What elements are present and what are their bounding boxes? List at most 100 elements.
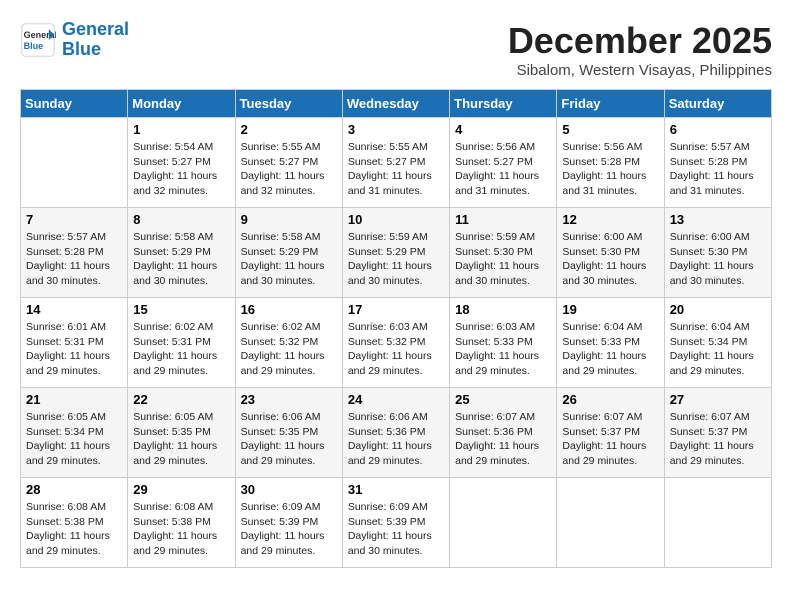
location-subtitle: Sibalom, Western Visayas, Philippines [508, 62, 772, 79]
day-info: Sunrise: 5:54 AMSunset: 5:27 PMDaylight:… [133, 140, 229, 199]
col-thursday: Thursday [450, 90, 557, 118]
day-info: Sunrise: 5:58 AMSunset: 5:29 PMDaylight:… [133, 230, 229, 289]
day-info: Sunrise: 6:06 AMSunset: 5:36 PMDaylight:… [348, 410, 444, 469]
month-title: December 2025 [508, 20, 772, 62]
table-row: 4 Sunrise: 5:56 AMSunset: 5:27 PMDaylight… [450, 118, 557, 208]
day-number: 3 [348, 122, 444, 137]
calendar-week-row: 28Sunrise: 6:08 AMSunset: 5:38 PMDayligh… [21, 478, 772, 568]
table-row: 5 Sunrise: 5:56 AMSunset: 5:28 PMDaylight… [557, 118, 664, 208]
logo: General Blue GeneralBlue [20, 20, 129, 60]
table-row [664, 478, 771, 568]
col-monday: Monday [128, 90, 235, 118]
calendar-table: Sunday Monday Tuesday Wednesday Thursday… [20, 89, 772, 568]
table-row: 30 Sunrise: 6:09 AMSunset: 5:39 PMDayligh… [235, 478, 342, 568]
table-row: 3 Sunrise: 5:55 AMSunset: 5:27 PMDaylight… [342, 118, 449, 208]
day-info: Sunrise: 5:57 AMSunset: 5:28 PMDaylight:… [26, 230, 122, 289]
day-number: 22 [133, 392, 229, 407]
table-row: 9 Sunrise: 5:58 AMSunset: 5:29 PMDaylight… [235, 208, 342, 298]
day-number: 19 [562, 302, 658, 317]
day-info: Sunrise: 6:05 AMSunset: 5:34 PMDaylight:… [26, 410, 122, 469]
table-row: 24Sunrise: 6:06 AMSunset: 5:36 PMDayligh… [342, 388, 449, 478]
table-row: 19 Sunrise: 6:04 AMSunset: 5:33 PMDayligh… [557, 298, 664, 388]
table-row: 2 Sunrise: 5:55 AMSunset: 5:27 PMDaylight… [235, 118, 342, 208]
day-number: 29 [133, 482, 229, 497]
day-number: 14 [26, 302, 122, 317]
calendar-header-row: Sunday Monday Tuesday Wednesday Thursday… [21, 90, 772, 118]
table-row: 12 Sunrise: 6:00 AMSunset: 5:30 PMDayligh… [557, 208, 664, 298]
day-info: Sunrise: 5:56 AMSunset: 5:28 PMDaylight:… [562, 140, 658, 199]
table-row: 21 Sunrise: 6:05 AMSunset: 5:34 PMDayligh… [21, 388, 128, 478]
table-row: 27Sunrise: 6:07 AMSunset: 5:37 PMDayligh… [664, 388, 771, 478]
day-info: Sunrise: 6:00 AMSunset: 5:30 PMDaylight:… [562, 230, 658, 289]
day-info: Sunrise: 5:59 AMSunset: 5:30 PMDaylight:… [455, 230, 551, 289]
col-wednesday: Wednesday [342, 90, 449, 118]
day-number: 21 [26, 392, 122, 407]
day-info: Sunrise: 6:07 AMSunset: 5:36 PMDaylight:… [455, 410, 551, 469]
day-number: 7 [26, 212, 122, 227]
table-row: 13 Sunrise: 6:00 AMSunset: 5:30 PMDayligh… [664, 208, 771, 298]
day-info: Sunrise: 5:55 AMSunset: 5:27 PMDaylight:… [348, 140, 444, 199]
table-row [557, 478, 664, 568]
table-row: 26Sunrise: 6:07 AMSunset: 5:37 PMDayligh… [557, 388, 664, 478]
day-number: 12 [562, 212, 658, 227]
day-number: 4 [455, 122, 551, 137]
day-info: Sunrise: 5:59 AMSunset: 5:29 PMDaylight:… [348, 230, 444, 289]
day-number: 16 [241, 302, 337, 317]
table-row: 28Sunrise: 6:08 AMSunset: 5:38 PMDayligh… [21, 478, 128, 568]
col-saturday: Saturday [664, 90, 771, 118]
day-info: Sunrise: 6:04 AMSunset: 5:33 PMDaylight:… [562, 320, 658, 379]
day-info: Sunrise: 6:04 AMSunset: 5:34 PMDaylight:… [670, 320, 766, 379]
day-number: 8 [133, 212, 229, 227]
table-row: 15Sunrise: 6:02 AMSunset: 5:31 PMDayligh… [128, 298, 235, 388]
svg-text:Blue: Blue [24, 41, 44, 51]
calendar-week-row: 21 Sunrise: 6:05 AMSunset: 5:34 PMDayligh… [21, 388, 772, 478]
day-info: Sunrise: 6:03 AMSunset: 5:33 PMDaylight:… [455, 320, 551, 379]
table-row: 8 Sunrise: 5:58 AMSunset: 5:29 PMDaylight… [128, 208, 235, 298]
day-info: Sunrise: 5:55 AMSunset: 5:27 PMDaylight:… [241, 140, 337, 199]
table-row: 1 Sunrise: 5:54 AMSunset: 5:27 PMDaylight… [128, 118, 235, 208]
day-number: 30 [241, 482, 337, 497]
day-number: 17 [348, 302, 444, 317]
col-friday: Friday [557, 90, 664, 118]
day-info: Sunrise: 6:01 AMSunset: 5:31 PMDaylight:… [26, 320, 122, 379]
day-number: 1 [133, 122, 229, 137]
col-sunday: Sunday [21, 90, 128, 118]
day-number: 23 [241, 392, 337, 407]
day-number: 26 [562, 392, 658, 407]
table-row: 23Sunrise: 6:06 AMSunset: 5:35 PMDayligh… [235, 388, 342, 478]
day-info: Sunrise: 6:00 AMSunset: 5:30 PMDaylight:… [670, 230, 766, 289]
calendar-week-row: 7 Sunrise: 5:57 AMSunset: 5:28 PMDaylight… [21, 208, 772, 298]
day-number: 18 [455, 302, 551, 317]
col-tuesday: Tuesday [235, 90, 342, 118]
day-info: Sunrise: 6:02 AMSunset: 5:31 PMDaylight:… [133, 320, 229, 379]
day-number: 20 [670, 302, 766, 317]
day-info: Sunrise: 6:09 AMSunset: 5:39 PMDaylight:… [241, 500, 337, 559]
table-row: 7 Sunrise: 5:57 AMSunset: 5:28 PMDaylight… [21, 208, 128, 298]
day-info: Sunrise: 5:58 AMSunset: 5:29 PMDaylight:… [241, 230, 337, 289]
day-number: 5 [562, 122, 658, 137]
title-block: December 2025 Sibalom, Western Visayas, … [508, 20, 772, 79]
day-info: Sunrise: 5:57 AMSunset: 5:28 PMDaylight:… [670, 140, 766, 199]
day-number: 10 [348, 212, 444, 227]
table-row: 14 Sunrise: 6:01 AMSunset: 5:31 PMDayligh… [21, 298, 128, 388]
day-number: 31 [348, 482, 444, 497]
day-number: 27 [670, 392, 766, 407]
general-blue-icon: General Blue [20, 22, 56, 58]
table-row: 18 Sunrise: 6:03 AMSunset: 5:33 PMDayligh… [450, 298, 557, 388]
day-info: Sunrise: 6:02 AMSunset: 5:32 PMDaylight:… [241, 320, 337, 379]
day-info: Sunrise: 6:08 AMSunset: 5:38 PMDaylight:… [26, 500, 122, 559]
day-number: 6 [670, 122, 766, 137]
table-row: 29Sunrise: 6:08 AMSunset: 5:38 PMDayligh… [128, 478, 235, 568]
day-number: 13 [670, 212, 766, 227]
table-row: 16 Sunrise: 6:02 AMSunset: 5:32 PMDayligh… [235, 298, 342, 388]
day-number: 9 [241, 212, 337, 227]
table-row: 11Sunrise: 5:59 AMSunset: 5:30 PMDayligh… [450, 208, 557, 298]
day-number: 2 [241, 122, 337, 137]
table-row: 6 Sunrise: 5:57 AMSunset: 5:28 PMDaylight… [664, 118, 771, 208]
day-info: Sunrise: 6:09 AMSunset: 5:39 PMDaylight:… [348, 500, 444, 559]
table-row: 25Sunrise: 6:07 AMSunset: 5:36 PMDayligh… [450, 388, 557, 478]
calendar-week-row: 14 Sunrise: 6:01 AMSunset: 5:31 PMDayligh… [21, 298, 772, 388]
table-row: 10 Sunrise: 5:59 AMSunset: 5:29 PMDayligh… [342, 208, 449, 298]
day-info: Sunrise: 5:56 AMSunset: 5:27 PMDaylight:… [455, 140, 551, 199]
table-row: 20 Sunrise: 6:04 AMSunset: 5:34 PMDayligh… [664, 298, 771, 388]
